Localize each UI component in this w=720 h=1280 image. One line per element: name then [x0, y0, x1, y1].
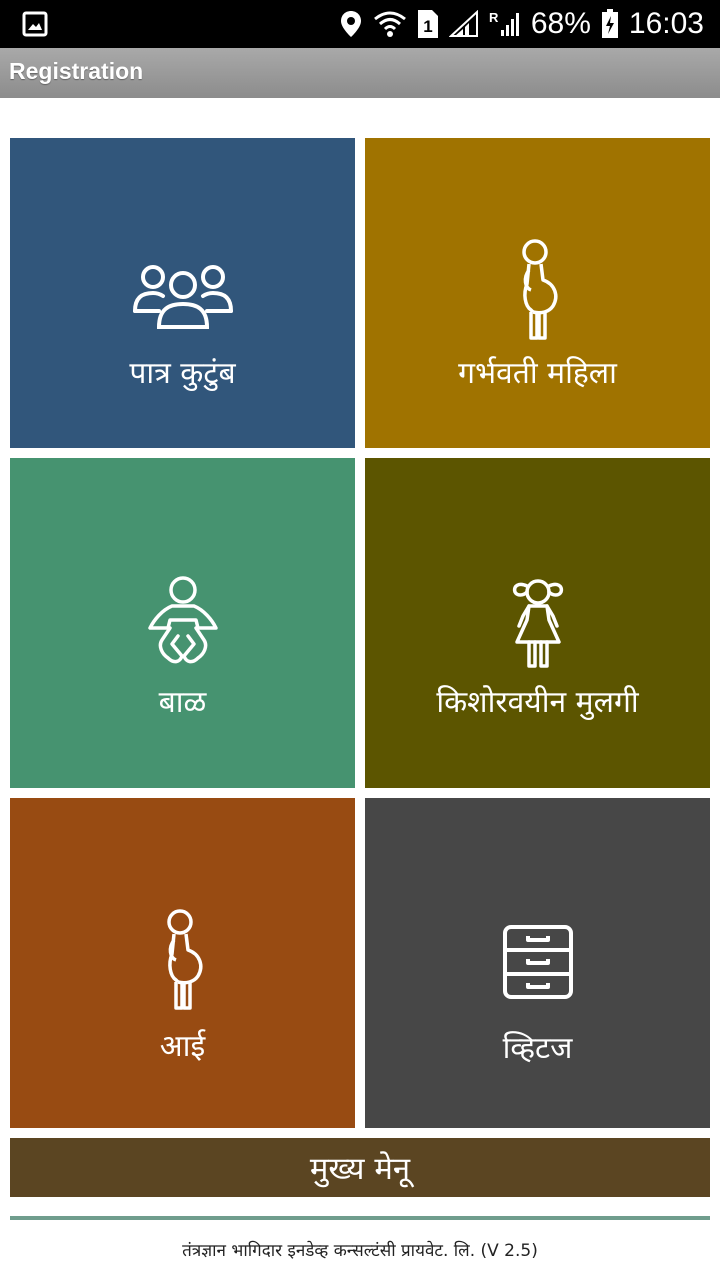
tile-pregnant-woman[interactable]: गर्भवती महिला [365, 138, 710, 448]
tile-label: बाळ [158, 685, 207, 720]
baby-icon [10, 576, 355, 670]
divider [10, 1216, 710, 1220]
tile-label: व्हिटज [502, 1031, 573, 1066]
tile-label: आई [159, 1029, 206, 1064]
main-menu-button[interactable]: मुख्य मेनू [10, 1138, 710, 1197]
location-icon [339, 9, 363, 39]
signal-roaming-icon: R [489, 10, 521, 38]
image-icon [22, 11, 48, 37]
tile-label: किशोरवयीन मुलगी [436, 685, 639, 720]
tile-label: गर्भवती महिला [458, 356, 617, 391]
tile-visits[interactable]: व्हिटज [365, 798, 710, 1128]
sim-slot-label: 1 [423, 17, 432, 36]
family-icon [10, 263, 355, 333]
tile-label: पात्र कुटुंब [129, 356, 236, 391]
status-bar: 1 R 68% 16:03 [0, 0, 720, 48]
signal-icon [448, 10, 479, 38]
sim-icon: 1 [417, 9, 439, 39]
footer-credits: तंत्रज्ञान भागिदार इनडेव्ह कन्सल्टंसी प्… [182, 1241, 538, 1261]
battery-percentage: 68% [530, 7, 591, 40]
girl-icon [365, 576, 710, 670]
tile-baby[interactable]: बाळ [10, 458, 355, 788]
page-title: Registration [9, 58, 144, 84]
pregnant-woman-icon [365, 238, 710, 342]
mother-icon [10, 908, 355, 1012]
main-menu-label: मुख्य मेनू [309, 1150, 411, 1187]
tile-mother[interactable]: आई [10, 798, 355, 1128]
roaming-label: R [489, 10, 499, 25]
tile-adolescent-girl[interactable]: किशोरवयीन मुलगी [365, 458, 710, 788]
clock: 16:03 [628, 7, 704, 40]
wifi-icon [373, 9, 407, 39]
app-bar: Registration [0, 48, 720, 98]
tile-eligible-family[interactable]: पात्र कुटुंब [10, 138, 355, 448]
cabinet-icon [365, 924, 710, 1000]
battery-charging-icon [601, 9, 619, 39]
